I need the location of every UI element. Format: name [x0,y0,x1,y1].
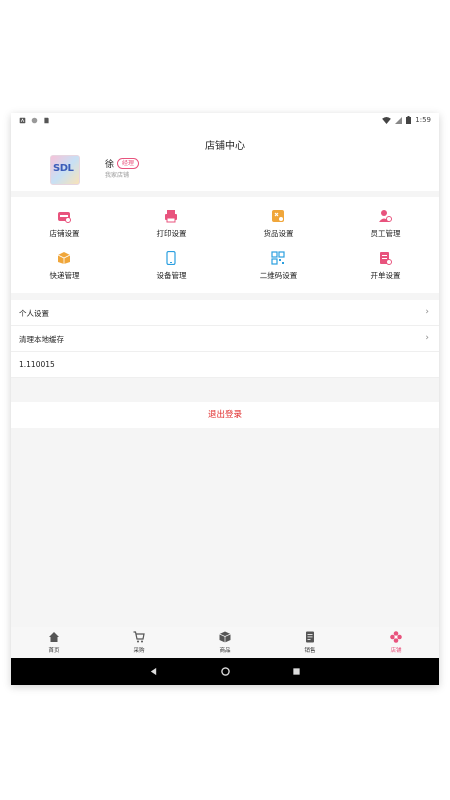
version-text: 1.110015 [19,360,55,369]
logout-button[interactable]: 退出登录 [11,402,439,428]
parcel-icon [57,252,71,264]
avatar-logo-text: SDL [53,163,74,174]
page-title: 店铺中心 [205,141,245,152]
chevron-right-icon: › [425,333,429,343]
list-item-personal-settings[interactable]: 个人设置 › [11,300,439,326]
list-item-label: 个人设置 [19,309,49,318]
tab-label: 销售 [304,648,316,654]
tab-store[interactable]: 店铺 [353,627,439,658]
grid-item-label: 打印设置 [156,229,187,238]
grid-item-label: 二维码设置 [259,271,298,280]
back-icon[interactable] [149,667,158,676]
battery-icon [406,116,412,124]
tab-home[interactable]: 首页 [11,627,97,658]
settings-list: 个人设置 › 清理本地缓存 › 1.110015 [11,300,439,378]
grid-item-order-settings[interactable]: 开单设置 [332,245,439,285]
role-badge: 经理 [117,158,140,169]
cart-icon [133,631,145,643]
qrcode-icon [271,251,285,265]
tab-label: 店铺 [390,648,402,654]
status-bar: 1:59 [11,113,439,129]
grid-item-device[interactable]: 设备管理 [118,245,225,285]
shop-name: 我家店铺 [105,172,130,179]
store-header: 店铺中心 SDL 徐 经理 我家店铺 [11,129,439,191]
grid-item-staff[interactable]: 员工管理 [332,203,439,243]
list-item-clear-cache[interactable]: 清理本地缓存 › [11,326,439,352]
home-icon [49,632,59,642]
version-row: 1.110015 [11,352,439,378]
notification-circle-icon [31,117,38,124]
system-nav-bar [11,658,439,685]
grid-item-label: 快递管理 [49,271,80,280]
tab-label: 采购 [133,648,145,654]
grid-item-label: 设备管理 [156,271,187,280]
shop-settings-icon [58,212,71,223]
sim-card-icon [44,117,49,124]
notification-a-icon [19,117,26,124]
list-item-label: 清理本地缓存 [19,335,64,344]
tab-goods[interactable]: 商品 [182,627,268,658]
wifi-icon [382,116,392,124]
home-button-icon[interactable] [221,667,230,676]
grid-item-shop-settings[interactable]: 店铺设置 [11,203,118,243]
tab-sales[interactable]: 销售 [267,627,353,658]
flower-icon [390,631,402,643]
tab-label: 首页 [48,648,60,654]
grid-item-label: 店铺设置 [49,229,80,238]
order-icon [380,252,392,265]
sales-doc-icon [306,631,314,643]
tab-purchase[interactable]: 采购 [96,627,182,658]
app-window: 1:59 店铺中心 SDL 徐 经理 我家店铺 店铺设置 打印设置 货品设置 员… [11,113,439,685]
status-time: 1:59 [415,116,431,124]
avatar[interactable]: SDL [50,155,80,185]
grid-item-label: 货品设置 [263,229,294,238]
grid-item-print-settings[interactable]: 打印设置 [118,203,225,243]
signal-icon [395,116,403,124]
chevron-right-icon: › [425,307,429,317]
settings-grid: 店铺设置 打印设置 货品设置 员工管理 快递管理 设备管理 二维码设置 开单设置 [11,197,439,293]
grid-item-label: 开单设置 [370,271,401,280]
staff-icon [379,210,392,222]
goods-settings-icon [272,210,284,222]
tab-label: 商品 [219,648,231,654]
box-icon [219,631,231,643]
recents-icon[interactable] [292,667,301,676]
grid-item-express[interactable]: 快递管理 [11,245,118,285]
user-name: 徐 [105,160,115,170]
bottom-tab-bar: 首页 采购 商品 销售 店铺 [11,627,439,658]
grid-item-label: 员工管理 [370,229,401,238]
phone-icon [166,251,176,265]
printer-icon [165,210,177,223]
grid-item-qrcode[interactable]: 二维码设置 [225,245,332,285]
grid-item-goods-settings[interactable]: 货品设置 [225,203,332,243]
